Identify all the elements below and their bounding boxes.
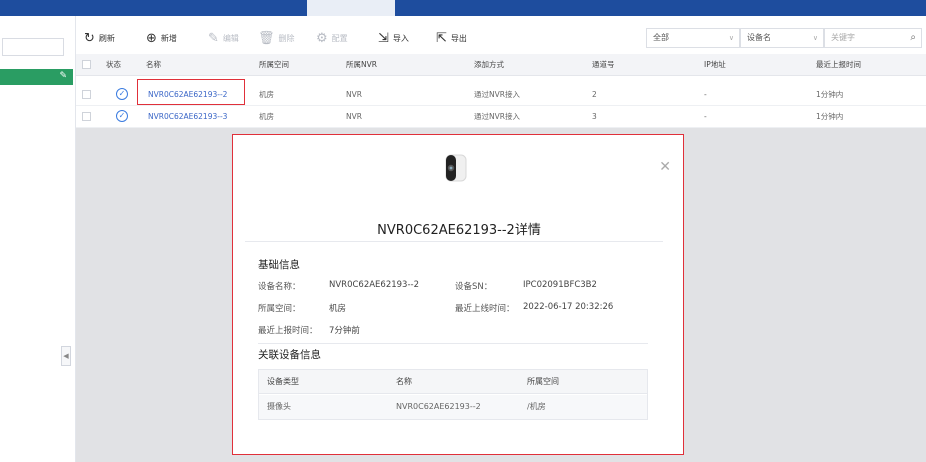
export-button[interactable]: ⇱ 导出 <box>436 28 467 48</box>
last-report-value: 7分钟前 <box>329 326 360 336</box>
edit-icon[interactable]: ✎ <box>59 71 67 81</box>
status-filter-select[interactable]: 全部 ∨ <box>646 28 740 48</box>
delete-button[interactable]: 🗑 删除 <box>258 28 295 48</box>
edit-icon: ✎ <box>208 30 219 46</box>
config-label: 配置 <box>331 33 348 43</box>
row-ip: - <box>704 112 707 121</box>
header-space[interactable]: 所属空间 <box>259 54 289 76</box>
divider <box>258 343 648 344</box>
import-icon: ⇲ <box>378 30 389 46</box>
add-label: 新增 <box>160 33 177 43</box>
top-nav-bar <box>0 0 926 16</box>
export-icon: ⇱ <box>436 30 447 46</box>
related-row-type: 摄像头 <box>267 402 291 411</box>
camera-icon <box>445 154 467 182</box>
device-name-label: 设备名称： <box>258 282 301 292</box>
keyword-placeholder: 关键字 <box>831 33 855 42</box>
active-top-tab[interactable] <box>307 0 395 16</box>
header-last-report[interactable]: 最近上报时间 <box>816 54 861 76</box>
online-status-icon: ✓ <box>116 88 128 100</box>
field-filter-select[interactable]: 设备名 ∨ <box>740 28 824 48</box>
sidebar-tree-node-selected[interactable]: ✎ <box>0 69 73 85</box>
header-name[interactable]: 名称 <box>146 54 161 76</box>
export-label: 导出 <box>450 33 467 43</box>
header-nvr[interactable]: 所属NVR <box>346 54 377 76</box>
header-method[interactable]: 添加方式 <box>474 54 504 76</box>
row-checkbox[interactable] <box>82 90 91 99</box>
status-filter-value: 全部 <box>653 33 669 42</box>
sidebar-search-input[interactable] <box>2 38 64 56</box>
collapse-sidebar-icon[interactable]: ◀ <box>61 346 71 366</box>
device-name-value: NVR0C62AE62193--2 <box>329 280 420 290</box>
row-method: 通过NVR接入 <box>474 112 520 121</box>
trash-icon: 🗑 <box>258 30 275 46</box>
related-table-row[interactable]: 摄像头 NVR0C62AE62193--2 /机房 <box>259 395 647 419</box>
chevron-down-icon: ∨ <box>812 34 818 42</box>
header-channel[interactable]: 通道号 <box>592 54 615 76</box>
edit-button[interactable]: ✎ 编辑 <box>208 28 239 48</box>
highlight-box <box>137 79 245 105</box>
refresh-icon: ↻ <box>84 30 95 46</box>
row-last-report: 1分钟内 <box>816 90 844 99</box>
chevron-down-icon: ∨ <box>728 34 734 42</box>
last-online-value: 2022-06-17 20:32:26 <box>523 302 614 312</box>
online-status-icon: ✓ <box>116 110 128 122</box>
related-header-space: 所属空间 <box>527 377 559 386</box>
delete-label: 删除 <box>278 33 295 43</box>
space-label: 所属空间： <box>258 304 301 314</box>
gear-icon: ⚙ <box>316 30 328 46</box>
row-channel: 3 <box>592 112 597 121</box>
select-all-checkbox[interactable] <box>82 60 91 69</box>
add-button[interactable]: ⊕ 新增 <box>146 28 177 48</box>
refresh-button[interactable]: ↻ 刷新 <box>84 28 115 48</box>
basic-info-heading: 基础信息 <box>258 259 300 271</box>
device-sn-label: 设备SN： <box>455 282 493 292</box>
field-filter-value: 设备名 <box>747 33 771 42</box>
modal-title: NVR0C62AE62193--2详情 <box>377 223 541 238</box>
related-row-space: /机房 <box>527 402 546 411</box>
row-last-report: 1分钟内 <box>816 112 844 121</box>
related-row-name: NVR0C62AE62193--2 <box>396 402 481 411</box>
refresh-label: 刷新 <box>98 33 115 43</box>
space-value: 机房 <box>329 304 347 314</box>
related-header-name: 名称 <box>396 377 412 386</box>
row-space: 机房 <box>259 112 274 121</box>
keyword-search-input[interactable]: 关键字 ⌕ <box>824 28 922 48</box>
sidebar: ✎ ◀ <box>0 16 76 462</box>
table-row[interactable]: ✓ NVR0C62AE62193--3 机房 NVR 通过NVR接入 3 - 1… <box>76 106 926 128</box>
row-nvr: NVR <box>346 112 362 121</box>
close-icon[interactable]: ✕ <box>659 159 671 175</box>
divider <box>245 241 663 242</box>
row-channel: 2 <box>592 90 597 99</box>
related-table-header: 设备类型 名称 所属空间 <box>259 370 647 394</box>
edit-label: 编辑 <box>222 33 239 43</box>
plus-circle-icon: ⊕ <box>146 30 157 46</box>
row-ip: - <box>704 90 707 99</box>
row-method: 通过NVR接入 <box>474 90 520 99</box>
device-sn-value: IPC02091BFC3B2 <box>523 280 597 290</box>
row-checkbox[interactable] <box>82 112 91 121</box>
row-nvr: NVR <box>346 90 362 99</box>
import-label: 导入 <box>392 33 409 43</box>
related-info-heading: 关联设备信息 <box>258 349 321 361</box>
row-name-link[interactable]: NVR0C62AE62193--3 <box>148 106 227 128</box>
header-ip[interactable]: IP地址 <box>704 54 726 76</box>
header-status[interactable]: 状态 <box>106 54 121 76</box>
last-report-label: 最近上报时间： <box>258 326 318 336</box>
table-header: 状态 名称 所属空间 所属NVR 添加方式 通道号 IP地址 最近上报时间 <box>76 54 926 76</box>
related-device-table: 设备类型 名称 所属空间 摄像头 NVR0C62AE62193--2 /机房 <box>258 369 648 420</box>
import-button[interactable]: ⇲ 导入 <box>378 28 409 48</box>
search-icon[interactable]: ⌕ <box>910 29 916 47</box>
device-detail-modal: ✕ NVR0C62AE62193--2详情 基础信息 设备名称： NVR0C62… <box>232 134 684 455</box>
config-button[interactable]: ⚙ 配置 <box>316 28 348 48</box>
related-header-type: 设备类型 <box>267 377 299 386</box>
row-space: 机房 <box>259 90 274 99</box>
last-online-label: 最近上线时间： <box>455 304 515 314</box>
